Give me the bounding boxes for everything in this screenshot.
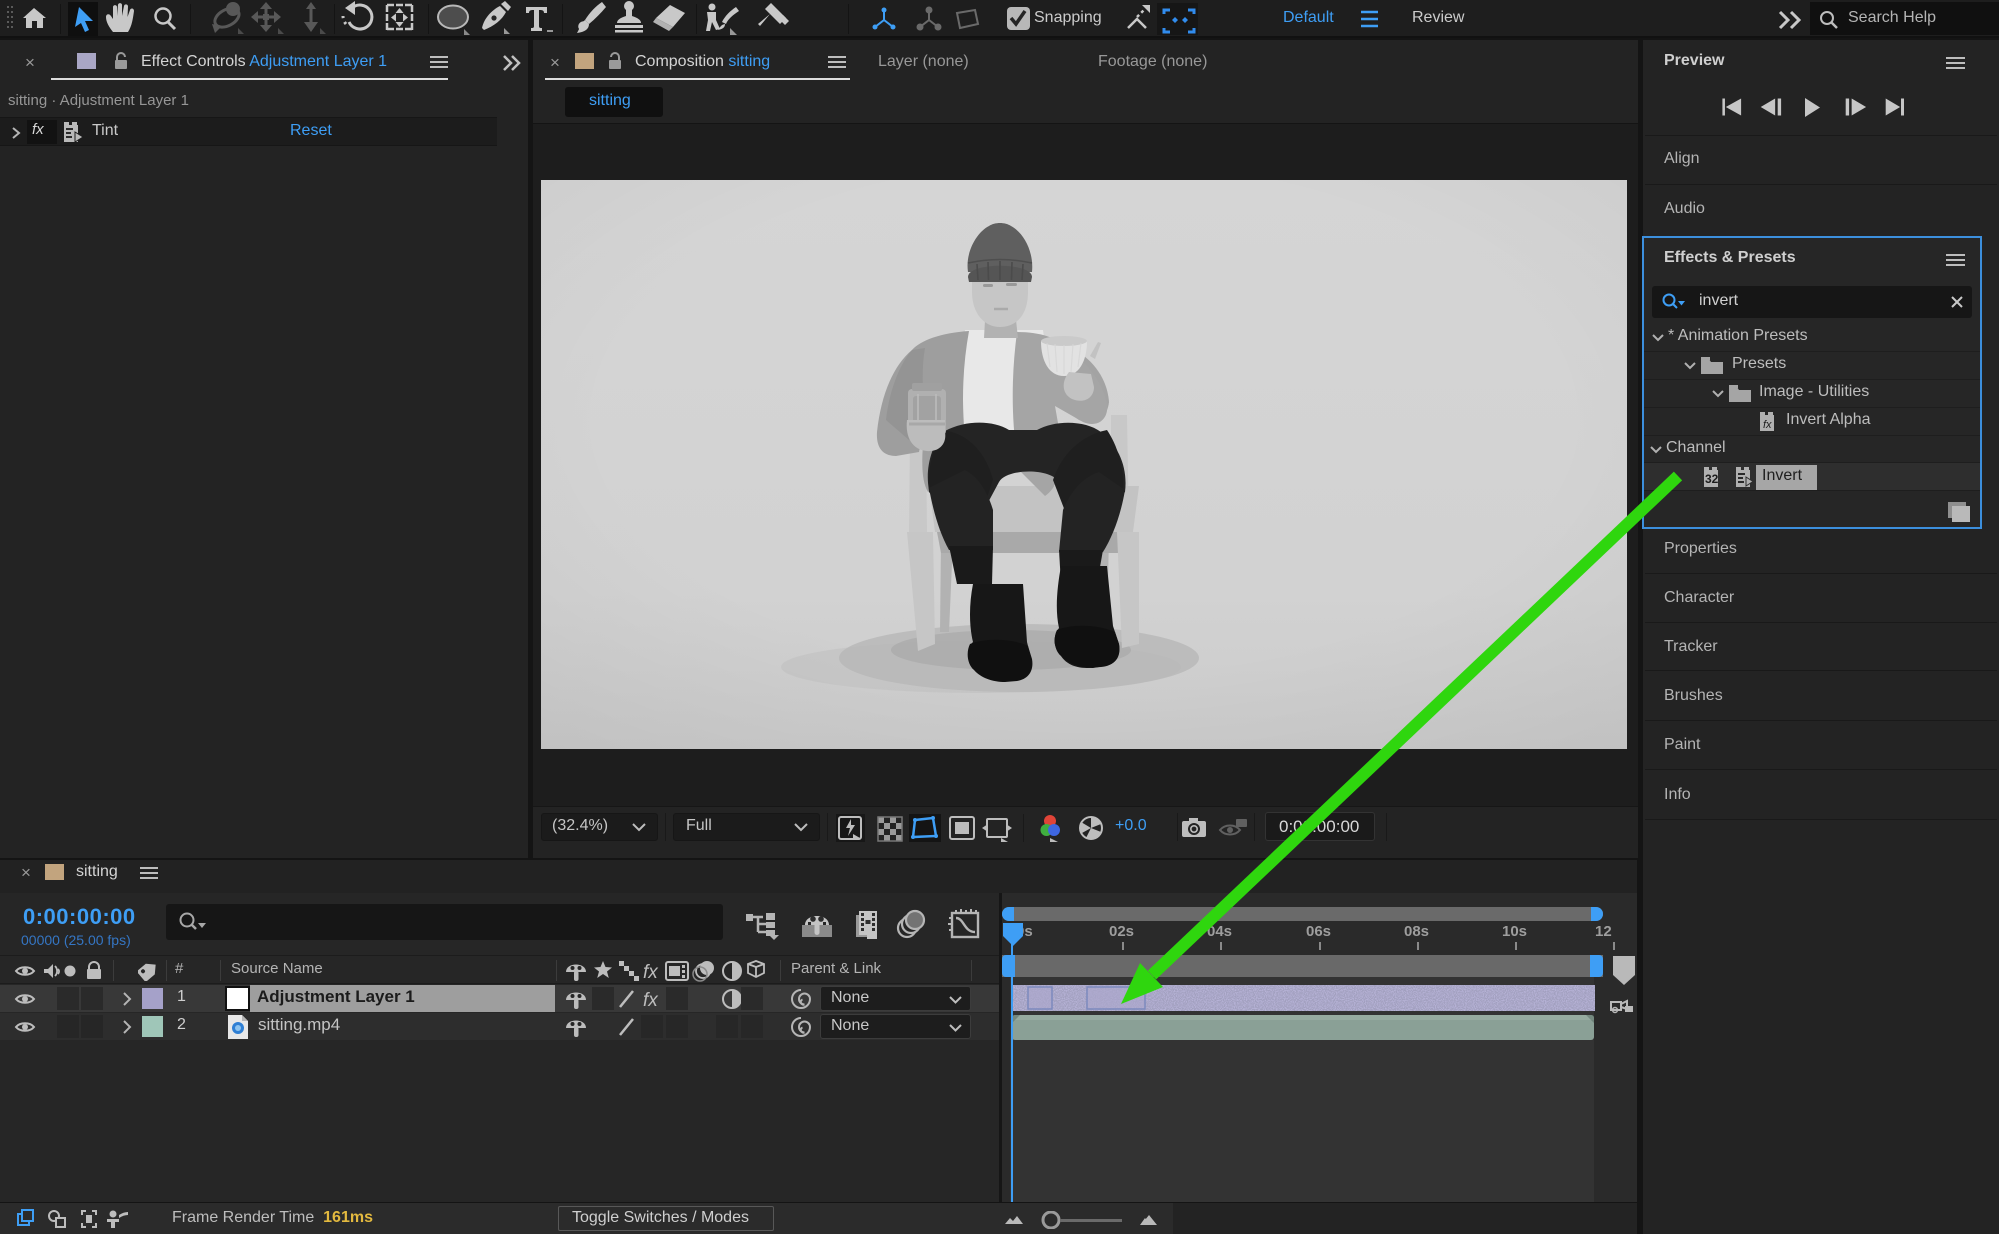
svg-text:32: 32 — [1705, 472, 1719, 486]
svg-text:fx: fx — [643, 990, 659, 1011]
svg-text:fx: fx — [1763, 419, 1772, 431]
svg-text:fx: fx — [643, 962, 659, 983]
